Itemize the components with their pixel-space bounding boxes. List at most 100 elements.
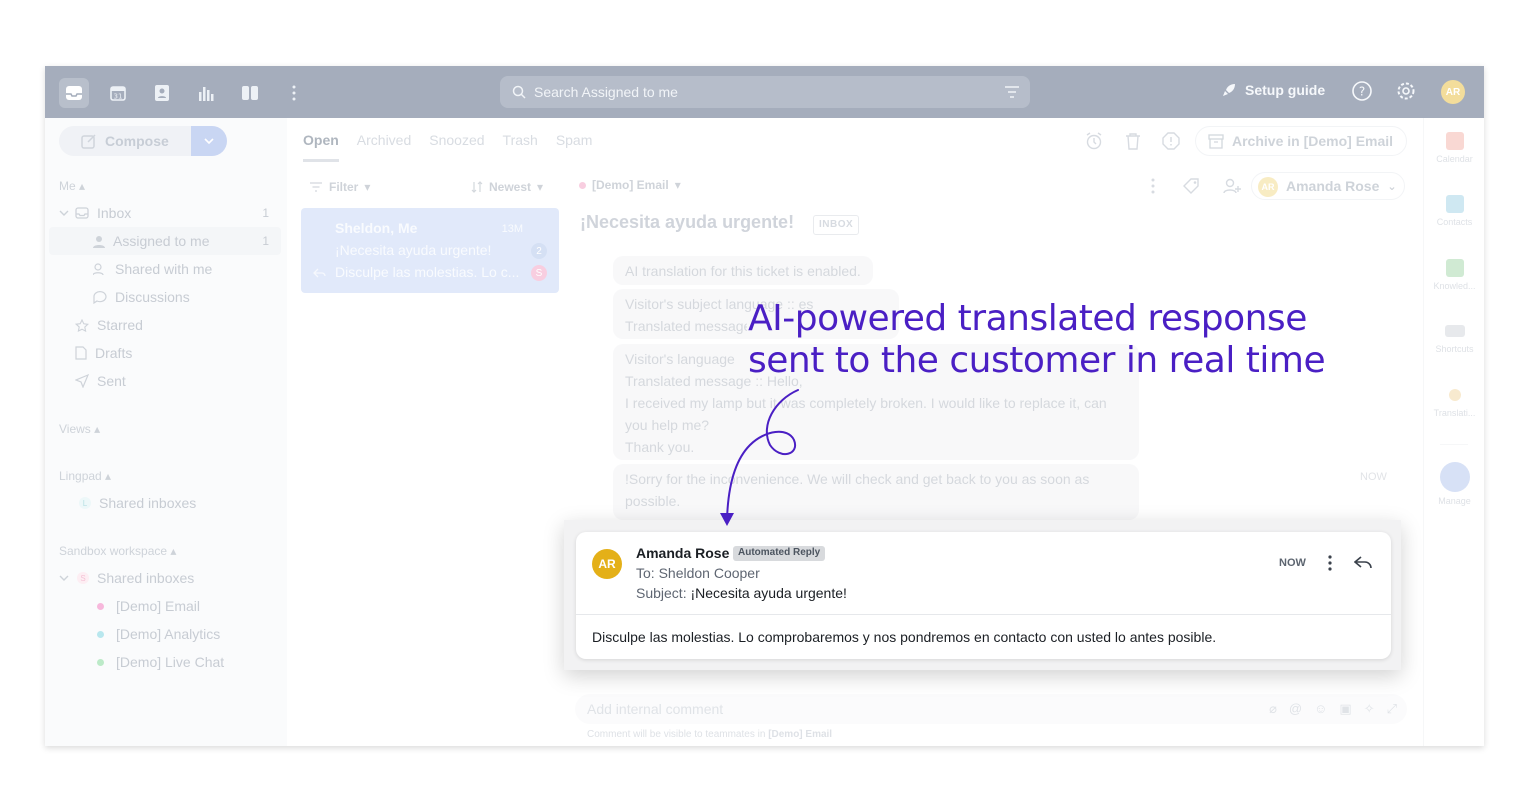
sidebar-item-discussions[interactable]: Discussions: [49, 283, 281, 311]
sort-button[interactable]: Newest ▾: [471, 180, 543, 194]
lingpad-section-header[interactable]: Lingpad ▴: [59, 469, 111, 483]
filter-button[interactable]: Filter ▾: [309, 180, 370, 194]
tab-snoozed[interactable]: Snoozed: [429, 132, 484, 162]
rail-item-contacts[interactable]: Contacts: [1424, 195, 1484, 227]
analytics-nav-icon[interactable]: [191, 78, 221, 108]
starred-label: Starred: [97, 317, 143, 333]
sender-name: Amanda Rose: [636, 545, 730, 561]
expand-icon[interactable]: ⤢: [1387, 701, 1397, 717]
workspace-badge: L: [79, 497, 91, 509]
message-body: Disculpe las molestias. Lo comprobaremos…: [592, 629, 1217, 645]
more-vertical-icon[interactable]: [1328, 555, 1332, 571]
draft-icon: [75, 346, 87, 360]
tag-icon[interactable]: [1183, 178, 1201, 194]
message-text: AI translation for this ticket is enable…: [625, 263, 861, 279]
sidebar-item-sandbox-shared[interactable]: S Shared inboxes: [49, 564, 281, 592]
sidebar-item-sent[interactable]: Sent: [49, 367, 281, 395]
emoji-icon[interactable]: ☺: [1314, 701, 1327, 717]
tab-trash[interactable]: Trash: [503, 132, 538, 162]
calendar-nav-icon[interactable]: 31: [103, 78, 133, 108]
subject-prefix: Subject:: [636, 585, 687, 601]
assignee-avatar: AR: [1258, 177, 1278, 197]
help-icon[interactable]: ?: [1351, 80, 1373, 102]
search-input[interactable]: Search Assigned to me: [500, 76, 1030, 108]
sidebar-item-inbox[interactable]: Inbox 1: [49, 199, 281, 227]
inbox-icon: [75, 207, 89, 219]
knowledge-nav-icon[interactable]: [235, 78, 265, 108]
sidebar-item-demo-email[interactable]: [Demo] Email: [49, 592, 281, 620]
workspace-badge: S: [77, 572, 89, 584]
tab-archived[interactable]: Archived: [357, 132, 411, 162]
conversation-item[interactable]: Sheldon, Me 13M ¡Necesita ayuda urgente!…: [301, 208, 559, 293]
ai-wand-icon[interactable]: ✧: [1364, 701, 1375, 717]
assignee-selector[interactable]: AR Amanda Rose ⌄: [1251, 172, 1405, 200]
message-divider: [576, 614, 1391, 615]
annotation-headline: AI-powered translated response sent to t…: [748, 298, 1326, 382]
me-section-header[interactable]: Me ▴: [59, 179, 85, 193]
rail-item-translation[interactable]: Translati...: [1424, 386, 1484, 418]
sidebar-item-lingpad-shared[interactable]: L Shared inboxes: [49, 489, 281, 517]
more-vertical-icon[interactable]: [1151, 178, 1155, 194]
thread-inbox-selector[interactable]: [Demo] Email ▾: [579, 178, 681, 192]
rail-item-shortcuts[interactable]: Shortcuts: [1424, 322, 1484, 354]
sidebar-item-demo-live-chat[interactable]: [Demo] Live Chat: [49, 648, 281, 676]
sender-avatar: AR: [592, 549, 622, 579]
chevron-down-icon: [59, 210, 69, 216]
spam-icon[interactable]: [1162, 132, 1180, 150]
inbox-nav-icon[interactable]: [59, 78, 89, 108]
tab-open[interactable]: Open: [303, 132, 339, 162]
rail-label: Manage: [1438, 496, 1471, 506]
annotation-arrow-icon: [720, 389, 799, 526]
headline-line-1: AI-powered translated response: [748, 298, 1307, 339]
me-header-label: Me: [59, 179, 76, 193]
user-avatar[interactable]: AR: [1441, 80, 1465, 104]
setup-guide-button[interactable]: Setup guide: [1221, 82, 1325, 98]
assigned-count: 1: [262, 234, 269, 248]
add-user-icon[interactable]: [1223, 178, 1241, 194]
inbox-tag: INBOX: [813, 215, 860, 235]
gear-icon[interactable]: [1395, 80, 1417, 102]
gif-icon[interactable]: ▣: [1339, 701, 1351, 717]
views-section-header[interactable]: Views ▴: [59, 422, 100, 436]
thread-inbox-name: [Demo] Email: [592, 178, 669, 192]
internal-comment-input[interactable]: Add internal comment ⌀ @ ☺ ▣ ✧ ⤢: [575, 694, 1407, 724]
contacts-nav-icon[interactable]: [147, 78, 177, 108]
rail-item-manage[interactable]: Manage: [1424, 462, 1484, 506]
rail-item-calendar[interactable]: Calendar: [1424, 132, 1484, 164]
snooze-icon[interactable]: [1085, 132, 1103, 150]
conversation-time: 13M: [501, 223, 523, 235]
knowledge-base-icon: [1445, 259, 1464, 277]
rail-item-knowledge[interactable]: Knowled...: [1424, 259, 1484, 291]
sidebar-item-starred[interactable]: Starred: [49, 311, 281, 339]
archive-label: Archive in [Demo] Email: [1232, 133, 1394, 149]
inbox-item-label: [Demo] Analytics: [116, 626, 221, 642]
tab-spam[interactable]: Spam: [556, 132, 593, 162]
rail-label: Contacts: [1436, 217, 1473, 227]
send-icon: [75, 374, 89, 388]
chevron-down-icon: ⌄: [1387, 180, 1397, 193]
filter-icon[interactable]: [1004, 85, 1020, 99]
inbox-color-dot: [97, 630, 104, 638]
compose-dropdown-button[interactable]: [191, 126, 227, 156]
rocket-icon: [1223, 84, 1235, 96]
chevron-down-icon: [204, 138, 214, 144]
compose-button[interactable]: Compose: [59, 126, 191, 156]
subject-value: ¡Necesita ayuda urgente!: [690, 585, 847, 601]
sandbox-section-header[interactable]: Sandbox workspace ▴: [59, 544, 176, 558]
users-icon: [93, 262, 104, 275]
calendar-icon: [1445, 132, 1464, 150]
attachment-icon[interactable]: ⌀: [1269, 701, 1277, 717]
inbox-label: Inbox: [97, 205, 132, 221]
trash-icon[interactable]: [1125, 132, 1141, 150]
sidebar-item-drafts[interactable]: Drafts: [49, 339, 281, 367]
sidebar-item-demo-analytics[interactable]: [Demo] Analytics: [49, 620, 281, 648]
archive-button[interactable]: Archive in [Demo] Email: [1195, 126, 1407, 156]
sidebar-item-shared[interactable]: Shared with me: [49, 255, 281, 283]
reply-icon[interactable]: [1354, 556, 1372, 570]
search-icon: [512, 85, 526, 99]
more-vertical-icon[interactable]: [279, 78, 309, 108]
headline-line-2: sent to the customer in real time: [748, 340, 1326, 381]
mention-icon[interactable]: @: [1289, 701, 1302, 717]
sidebar-item-assigned[interactable]: Assigned to me 1: [49, 227, 281, 255]
shared-label: Shared with me: [115, 261, 213, 277]
